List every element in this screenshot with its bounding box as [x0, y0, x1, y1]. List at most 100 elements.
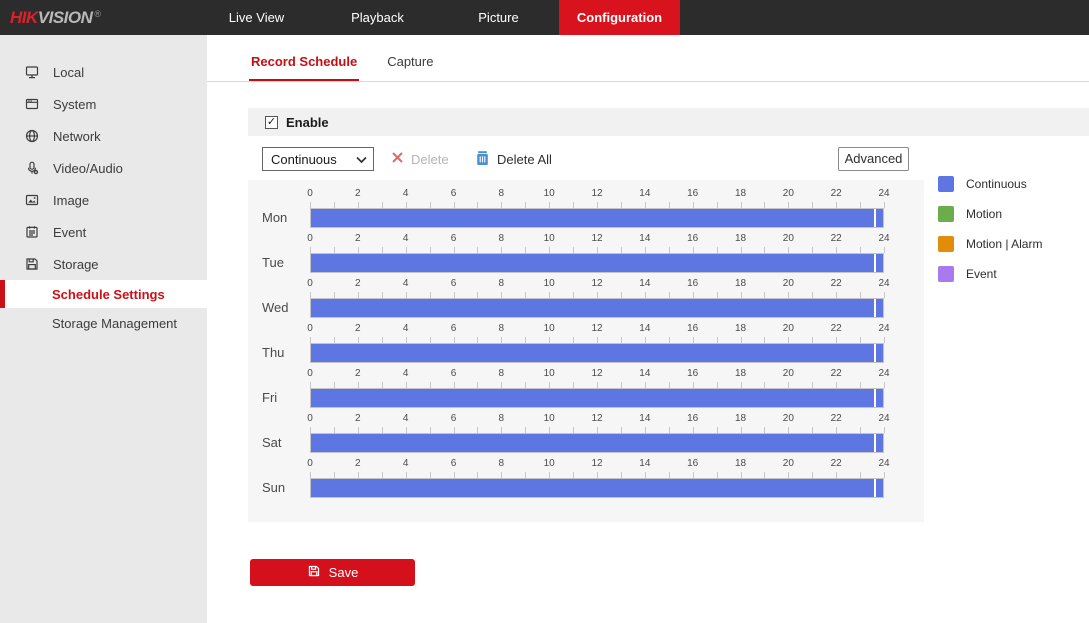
record-type-legend: ContinuousMotionMotion | AlarmEvent — [938, 176, 1042, 296]
delete-all-button[interactable]: Delete All — [475, 147, 552, 171]
save-button[interactable]: Save — [250, 559, 415, 586]
legend-label: Continuous — [966, 177, 1027, 191]
schedule-segment-continuous[interactable] — [311, 434, 883, 452]
schedule-track[interactable] — [310, 343, 884, 363]
schedule-track[interactable] — [310, 298, 884, 318]
schedule-segment-continuous[interactable] — [311, 299, 883, 317]
hour-tick-label: 14 — [639, 188, 650, 199]
hour-ticks: 024681012141618202224 — [310, 413, 884, 433]
enable-checkbox[interactable]: ✓ — [265, 116, 278, 129]
sidebar-item-storage-management[interactable]: Storage Management — [0, 309, 207, 337]
hour-tick-label: 6 — [451, 323, 457, 334]
hour-ticks: 024681012141618202224 — [310, 323, 884, 343]
segment-end-handle[interactable] — [874, 299, 876, 317]
schedule-track[interactable] — [310, 208, 884, 228]
hour-tick-label: 20 — [783, 368, 794, 379]
nav-item-playback[interactable]: Playback — [317, 0, 438, 35]
sidebar-item-label: System — [53, 97, 96, 112]
hour-tick-label: 24 — [878, 188, 889, 199]
hour-tick-label: 0 — [307, 458, 313, 469]
legend-item-motion-alarm: Motion | Alarm — [938, 236, 1042, 252]
sidebar-item-video-audio[interactable]: Video/Audio — [0, 152, 207, 184]
tab-record-schedule[interactable]: Record Schedule — [249, 54, 359, 81]
schedule-track[interactable] — [310, 253, 884, 273]
hour-tick-label: 0 — [307, 188, 313, 199]
hour-tick-label: 2 — [355, 233, 361, 244]
nav-item-live-view[interactable]: Live View — [196, 0, 317, 35]
hour-tick-label: 20 — [783, 188, 794, 199]
sidebar-item-image[interactable]: Image — [0, 184, 207, 216]
hour-tick-label: 8 — [499, 458, 505, 469]
schedule-segment-continuous[interactable] — [311, 344, 883, 362]
sidebar-item-local[interactable]: Local — [0, 56, 207, 88]
hour-tick-label: 8 — [499, 278, 505, 289]
nav-menu: Live ViewPlaybackPictureConfiguration — [196, 0, 680, 35]
hour-tick-label: 20 — [783, 233, 794, 244]
sidebar-item-label: Video/Audio — [53, 161, 123, 176]
legend-swatch — [938, 266, 954, 282]
schedule-track[interactable] — [310, 478, 884, 498]
hour-tick-label: 24 — [878, 233, 889, 244]
hour-tick-label: 18 — [735, 278, 746, 289]
sidebar-item-storage[interactable]: Storage — [0, 248, 207, 280]
segment-end-handle[interactable] — [874, 209, 876, 227]
advanced-button[interactable]: Advanced — [838, 147, 909, 171]
monitor-icon — [24, 64, 40, 80]
hour-tick-label: 12 — [591, 188, 602, 199]
schedule-segment-continuous[interactable] — [311, 254, 883, 272]
hour-tick-label: 0 — [307, 233, 313, 244]
sidebar-list: Local System Network Video/Audio Image Event S… — [0, 35, 207, 337]
tab-capture[interactable]: Capture — [385, 54, 435, 81]
storage-icon — [24, 256, 40, 272]
delete-label: Delete — [411, 152, 449, 167]
hour-ticks: 024681012141618202224 — [310, 458, 884, 478]
hour-tick-label: 4 — [403, 188, 409, 199]
schedule-track[interactable] — [310, 388, 884, 408]
schedule-segment-continuous[interactable] — [311, 479, 883, 497]
sidebar-item-network[interactable]: Network — [0, 120, 207, 152]
schedule-segment-continuous[interactable] — [311, 209, 883, 227]
day-label: Sun — [262, 480, 285, 495]
record-type-select[interactable]: Continuous — [262, 147, 374, 171]
sidebar-item-event[interactable]: Event — [0, 216, 207, 248]
hour-tick-label: 12 — [591, 368, 602, 379]
timeline-ruler: 024681012141618202224 — [310, 458, 884, 503]
segment-end-handle[interactable] — [874, 254, 876, 272]
hour-tick — [884, 292, 885, 298]
schedule-row-sun: Sun024681012141618202224 — [248, 458, 924, 503]
hour-tick-label: 12 — [591, 278, 602, 289]
segment-end-handle[interactable] — [874, 344, 876, 362]
schedule-segment-continuous[interactable] — [311, 389, 883, 407]
hour-tick-label: 2 — [355, 368, 361, 379]
sidebar-item-label: Local — [53, 65, 84, 80]
microphone-icon — [24, 160, 40, 176]
logo-hik: HIK — [10, 8, 38, 28]
hour-tick-label: 24 — [878, 413, 889, 424]
sidebar-item-label: Image — [53, 193, 89, 208]
hour-tick-label: 10 — [544, 233, 555, 244]
segment-end-handle[interactable] — [874, 479, 876, 497]
hour-tick-label: 12 — [591, 413, 602, 424]
hour-tick-label: 16 — [687, 278, 698, 289]
segment-end-handle[interactable] — [874, 434, 876, 452]
hour-tick-label: 2 — [355, 458, 361, 469]
nav-item-configuration[interactable]: Configuration — [559, 0, 680, 35]
hour-tick-label: 18 — [735, 458, 746, 469]
hour-tick-label: 22 — [831, 413, 842, 424]
segment-end-handle[interactable] — [874, 389, 876, 407]
hour-tick-label: 20 — [783, 458, 794, 469]
hour-tick-label: 22 — [831, 323, 842, 334]
hour-tick — [884, 247, 885, 253]
nav-item-picture[interactable]: Picture — [438, 0, 559, 35]
sidebar-item-schedule-settings[interactable]: Schedule Settings — [0, 280, 207, 308]
legend-label: Motion — [966, 207, 1002, 221]
sidebar-item-system[interactable]: System — [0, 88, 207, 120]
schedule-track[interactable] — [310, 433, 884, 453]
hour-tick-label: 14 — [639, 323, 650, 334]
hour-tick-label: 24 — [878, 278, 889, 289]
day-label: Mon — [262, 210, 287, 225]
record-type-selected-value: Continuous — [271, 152, 356, 167]
delete-button[interactable]: Delete — [391, 147, 449, 171]
sidebar-item-label: Event — [53, 225, 86, 240]
hour-tick-label: 2 — [355, 278, 361, 289]
